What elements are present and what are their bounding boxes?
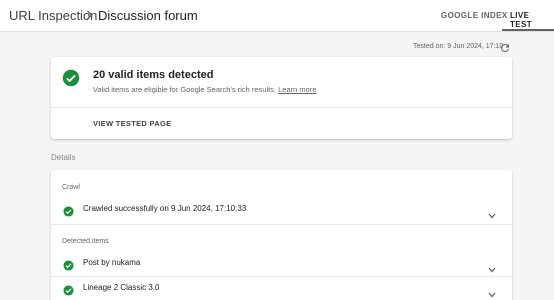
detected-item-row[interactable]: Post by nukama (51, 252, 512, 274)
crawl-row[interactable]: Crawled successfully on 9 Jun 2024, 17:1… (51, 198, 512, 220)
summary-subtitle: Valid items are eligible for Google Sear… (93, 85, 317, 94)
check-circle-icon (63, 283, 74, 296)
breadcrumb-current: Discussion forum (98, 8, 198, 23)
summary-card: 20 valid items detected Valid items are … (51, 57, 512, 139)
top-bar: URL Inspection Discussion forum GOOGLE I… (0, 0, 554, 32)
view-tested-page-button[interactable]: VIEW TESTED PAGE (93, 119, 171, 128)
divider (51, 107, 512, 108)
detected-item-label: Lineage 2 Classic 3.0 (83, 283, 160, 292)
check-circle-icon (62, 69, 80, 87)
chevron-right-icon (84, 8, 94, 22)
divider (51, 224, 512, 225)
details-card: Crawl Crawled successfully on 9 Jun 2024… (51, 170, 512, 300)
chevron-down-icon[interactable] (488, 285, 496, 298)
tested-on-timestamp: Tested on: 9 Jun 2024, 17:10 (413, 43, 504, 50)
detected-item-row[interactable]: Lineage 2 Classic 3.0 (51, 277, 512, 299)
summary-title: 20 valid items detected (93, 69, 214, 81)
learn-more-link[interactable]: Learn more (278, 85, 316, 94)
check-circle-icon (63, 258, 74, 271)
check-circle-icon (63, 204, 74, 217)
detected-items-section-label: Detected items (62, 238, 109, 245)
crawl-status-text: Crawled successfully on 9 Jun 2024, 17:1… (83, 204, 247, 213)
tab-google-index[interactable]: GOOGLE INDEX (441, 11, 508, 20)
tab-live-test[interactable]: LIVE TEST (510, 11, 554, 29)
active-tab-indicator (502, 29, 554, 31)
detected-item-label: Post by nukama (83, 258, 141, 267)
details-heading: Details (51, 153, 76, 162)
refresh-icon[interactable] (499, 41, 511, 53)
chevron-down-icon[interactable] (488, 206, 496, 219)
chevron-down-icon[interactable] (488, 260, 496, 273)
crawl-section-label: Crawl (62, 184, 80, 191)
summary-subtitle-text: Valid items are eligible for Google Sear… (93, 85, 277, 94)
